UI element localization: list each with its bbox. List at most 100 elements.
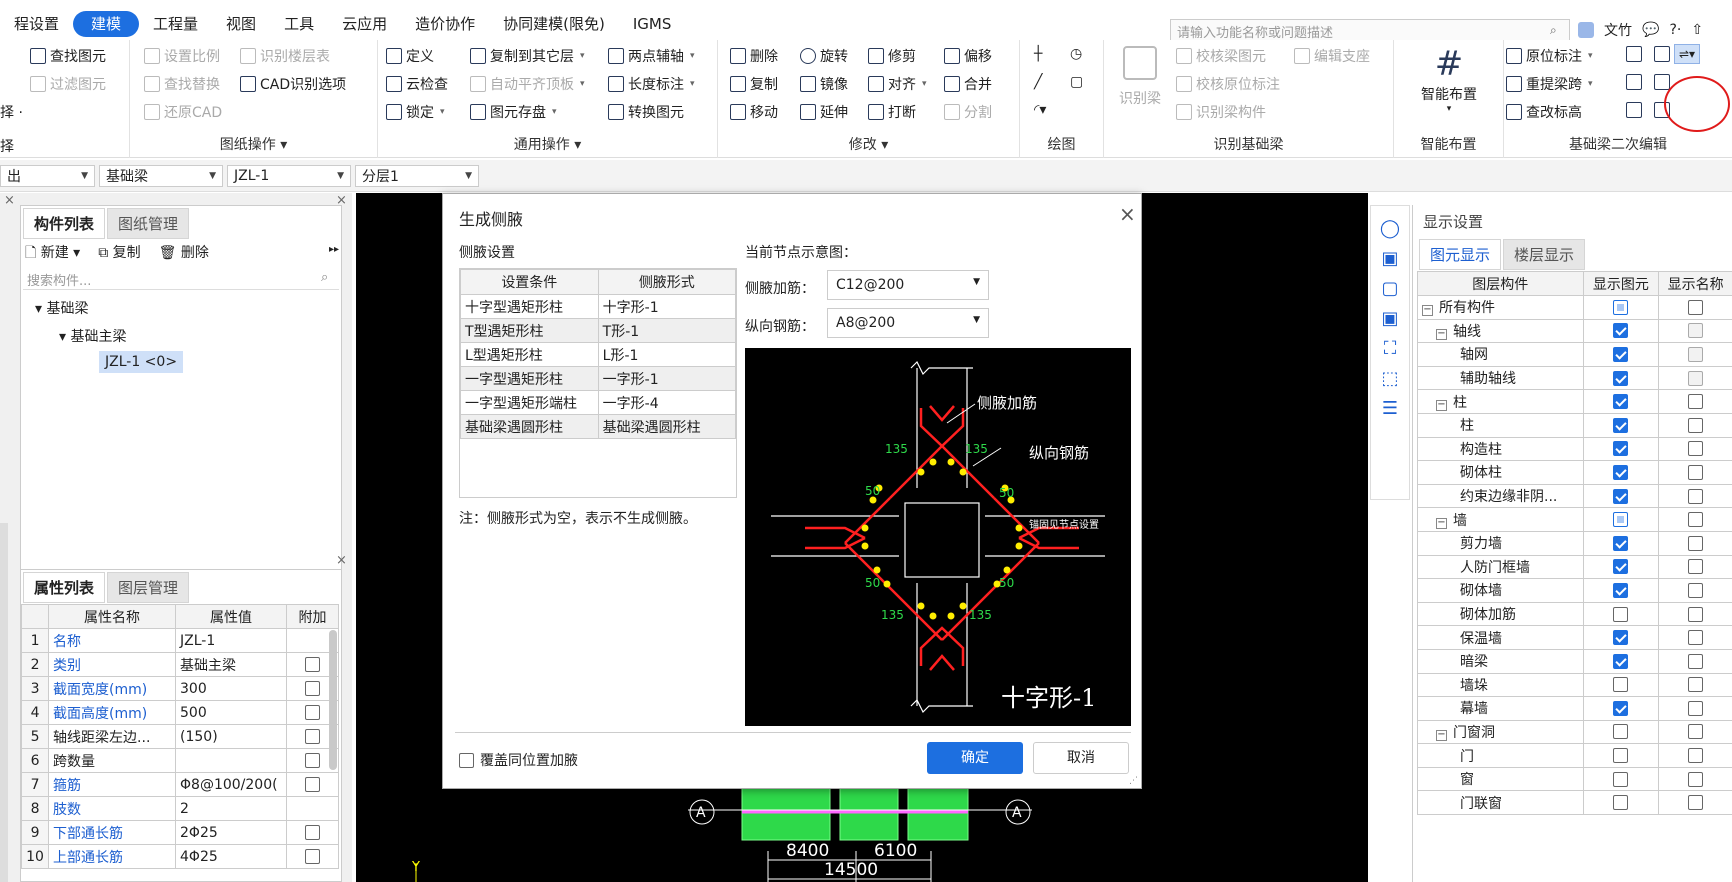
- tab-element-display[interactable]: 图元显示: [1419, 239, 1502, 270]
- tree-node-main-beam[interactable]: ▾ 基础主梁: [59, 326, 126, 346]
- cad-options-button[interactable]: CAD识别选项: [240, 74, 346, 94]
- table-row[interactable]: 十字型遇矩形柱 十字形-1: [460, 294, 737, 319]
- prop-value[interactable]: 300: [175, 676, 287, 701]
- collapse-toggle-icon[interactable]: −: [1422, 305, 1433, 317]
- close-icon[interactable]: ×: [336, 553, 347, 568]
- layer-row[interactable]: − 墙: [1417, 507, 1732, 532]
- show-name-checkbox[interactable]: [1688, 677, 1704, 693]
- tree-node-foundation-beam[interactable]: ▾ 基础梁: [35, 298, 88, 318]
- tool-icon-e[interactable]: [1626, 102, 1642, 118]
- show-name-checkbox[interactable]: [1688, 323, 1704, 339]
- show-name-checkbox[interactable]: [1688, 512, 1704, 528]
- identify-beam-component-button[interactable]: 识别梁构件: [1176, 102, 1266, 122]
- show-name-checkbox[interactable]: [1688, 299, 1704, 315]
- table-row[interactable]: 3 截面宽度(mm) 300: [20, 676, 340, 701]
- haunch-form-cell[interactable]: T形-1: [597, 318, 737, 343]
- cube-view-icon[interactable]: ▢: [1379, 274, 1401, 304]
- search-icon[interactable]: ⌕: [321, 270, 328, 285]
- layer-row[interactable]: 剪力墙: [1417, 530, 1732, 556]
- table-row[interactable]: 一字型遇矩形柱 一字形-1: [460, 366, 737, 391]
- layer-row[interactable]: 砌体墙: [1417, 578, 1732, 603]
- show-element-checkbox[interactable]: [1613, 464, 1629, 480]
- rotate-point-icon[interactable]: ◷: [1070, 46, 1082, 62]
- show-name-checkbox[interactable]: [1688, 559, 1704, 575]
- tab-drawing-manage[interactable]: 图纸管理: [107, 208, 190, 239]
- layer-row[interactable]: 窗: [1417, 766, 1732, 792]
- tab-layer-manage[interactable]: 图层管理: [107, 572, 190, 603]
- show-name-checkbox[interactable]: [1688, 606, 1704, 622]
- move-button[interactable]: 移动: [730, 102, 778, 122]
- 3d-view-icon[interactable]: ▣: [1379, 244, 1401, 274]
- show-element-checkbox[interactable]: [1613, 795, 1629, 811]
- component-search-input[interactable]: 搜索构件...: [23, 268, 339, 290]
- filter-element-button[interactable]: 过滤图元: [30, 74, 106, 94]
- search-icon[interactable]: ⌕: [1550, 23, 1557, 38]
- prop-value[interactable]: (150): [175, 724, 287, 749]
- table-row[interactable]: 7 箍筋 Φ8@100/200(: [20, 772, 340, 797]
- more-icon[interactable]: ▸▸: [329, 244, 339, 255]
- fit-view-icon[interactable]: ⛶: [1379, 334, 1401, 364]
- break-button[interactable]: 打断: [868, 102, 916, 122]
- overwrite-checkbox[interactable]: 覆盖同位置加腋: [459, 750, 578, 770]
- restore-cad-button[interactable]: 还原CAD: [144, 102, 222, 122]
- haunch-rebar-select[interactable]: C12@200 ▼: [827, 270, 989, 300]
- show-element-checkbox[interactable]: [1613, 630, 1629, 646]
- prop-value[interactable]: 2: [175, 796, 287, 821]
- find-element-button[interactable]: 查找图元: [30, 46, 106, 66]
- show-element-checkbox[interactable]: [1613, 488, 1629, 504]
- show-element-checkbox[interactable]: [1613, 512, 1629, 528]
- respan-beam-button[interactable]: 重提梁跨 ▾: [1506, 74, 1593, 94]
- menu-cost-collab[interactable]: 造价协作: [401, 11, 489, 37]
- show-name-checkbox[interactable]: [1688, 535, 1704, 551]
- layer-row[interactable]: − 所有构件: [1417, 295, 1732, 320]
- delete-component-button[interactable]: 🗑 删除: [159, 242, 209, 266]
- prop-value[interactable]: 基础主梁: [175, 652, 287, 677]
- show-name-checkbox[interactable]: [1688, 441, 1704, 457]
- in-situ-annotation-button[interactable]: 原位标注 ▾: [1506, 46, 1593, 66]
- cloud-check-button[interactable]: 云检查: [386, 74, 448, 94]
- table-row[interactable]: 4 截面高度(mm) 500: [20, 700, 340, 725]
- rect-draw-icon[interactable]: ▢: [1070, 74, 1083, 90]
- layer-row[interactable]: 墙垛: [1417, 672, 1732, 698]
- point-draw-icon[interactable]: ┼: [1034, 46, 1042, 62]
- prop-value[interactable]: Φ8@100/200(: [175, 772, 287, 797]
- show-name-checkbox[interactable]: [1688, 724, 1704, 740]
- ok-button[interactable]: 确定: [927, 742, 1023, 774]
- category-select[interactable]: 出 ▼: [0, 165, 95, 187]
- tab-property-list[interactable]: 属性列表: [23, 572, 106, 603]
- check-annotation-button[interactable]: 校核原位标注: [1176, 74, 1280, 94]
- menu-cloud[interactable]: 云应用: [328, 11, 401, 37]
- haunch-form-cell[interactable]: L形-1: [597, 342, 737, 367]
- extra-checkbox[interactable]: [304, 825, 320, 840]
- layer-select[interactable]: 分层1 ▼: [355, 165, 479, 187]
- resize-grip-icon[interactable]: ⋰: [1129, 776, 1138, 786]
- layer-row[interactable]: 暗梁: [1417, 648, 1732, 674]
- collapse-toggle-icon[interactable]: −: [1436, 328, 1447, 340]
- box-view-icon[interactable]: ⬚: [1379, 364, 1401, 394]
- collapse-toggle-icon[interactable]: −: [1436, 729, 1447, 741]
- show-name-checkbox[interactable]: [1688, 582, 1704, 598]
- pin-icon[interactable]: ⇧: [1691, 22, 1703, 38]
- show-name-checkbox[interactable]: [1688, 795, 1704, 811]
- menu-view[interactable]: 视图: [212, 11, 270, 37]
- show-name-checkbox[interactable]: [1688, 748, 1704, 764]
- layer-row[interactable]: 柱: [1417, 412, 1732, 438]
- align-button[interactable]: 对齐 ▾: [868, 74, 927, 94]
- copy-component-button[interactable]: ⧉ 复制: [98, 242, 140, 266]
- layer-row[interactable]: 砌体柱: [1417, 460, 1732, 485]
- prop-value[interactable]: 500: [175, 700, 287, 725]
- table-row[interactable]: 1 名称 JZL-1: [20, 628, 340, 653]
- trim-button[interactable]: 修剪: [868, 46, 916, 66]
- layer-row[interactable]: 辅助轴线: [1417, 365, 1732, 391]
- show-element-checkbox[interactable]: [1613, 441, 1629, 457]
- menu-modeling[interactable]: 建模: [73, 11, 140, 37]
- show-element-checkbox[interactable]: [1613, 724, 1629, 740]
- show-element-checkbox[interactable]: [1613, 677, 1629, 693]
- show-element-checkbox[interactable]: [1613, 582, 1629, 598]
- layer-row[interactable]: 门: [1417, 743, 1732, 768]
- tab-component-list[interactable]: 构件列表: [23, 208, 106, 239]
- user-name[interactable]: 文竹: [1604, 20, 1632, 40]
- cube-solid-icon[interactable]: ▣: [1379, 304, 1401, 334]
- tree-node-jzl-1[interactable]: JZL-1 <0>: [99, 351, 184, 373]
- find-replace-button[interactable]: 查找替换: [144, 74, 220, 94]
